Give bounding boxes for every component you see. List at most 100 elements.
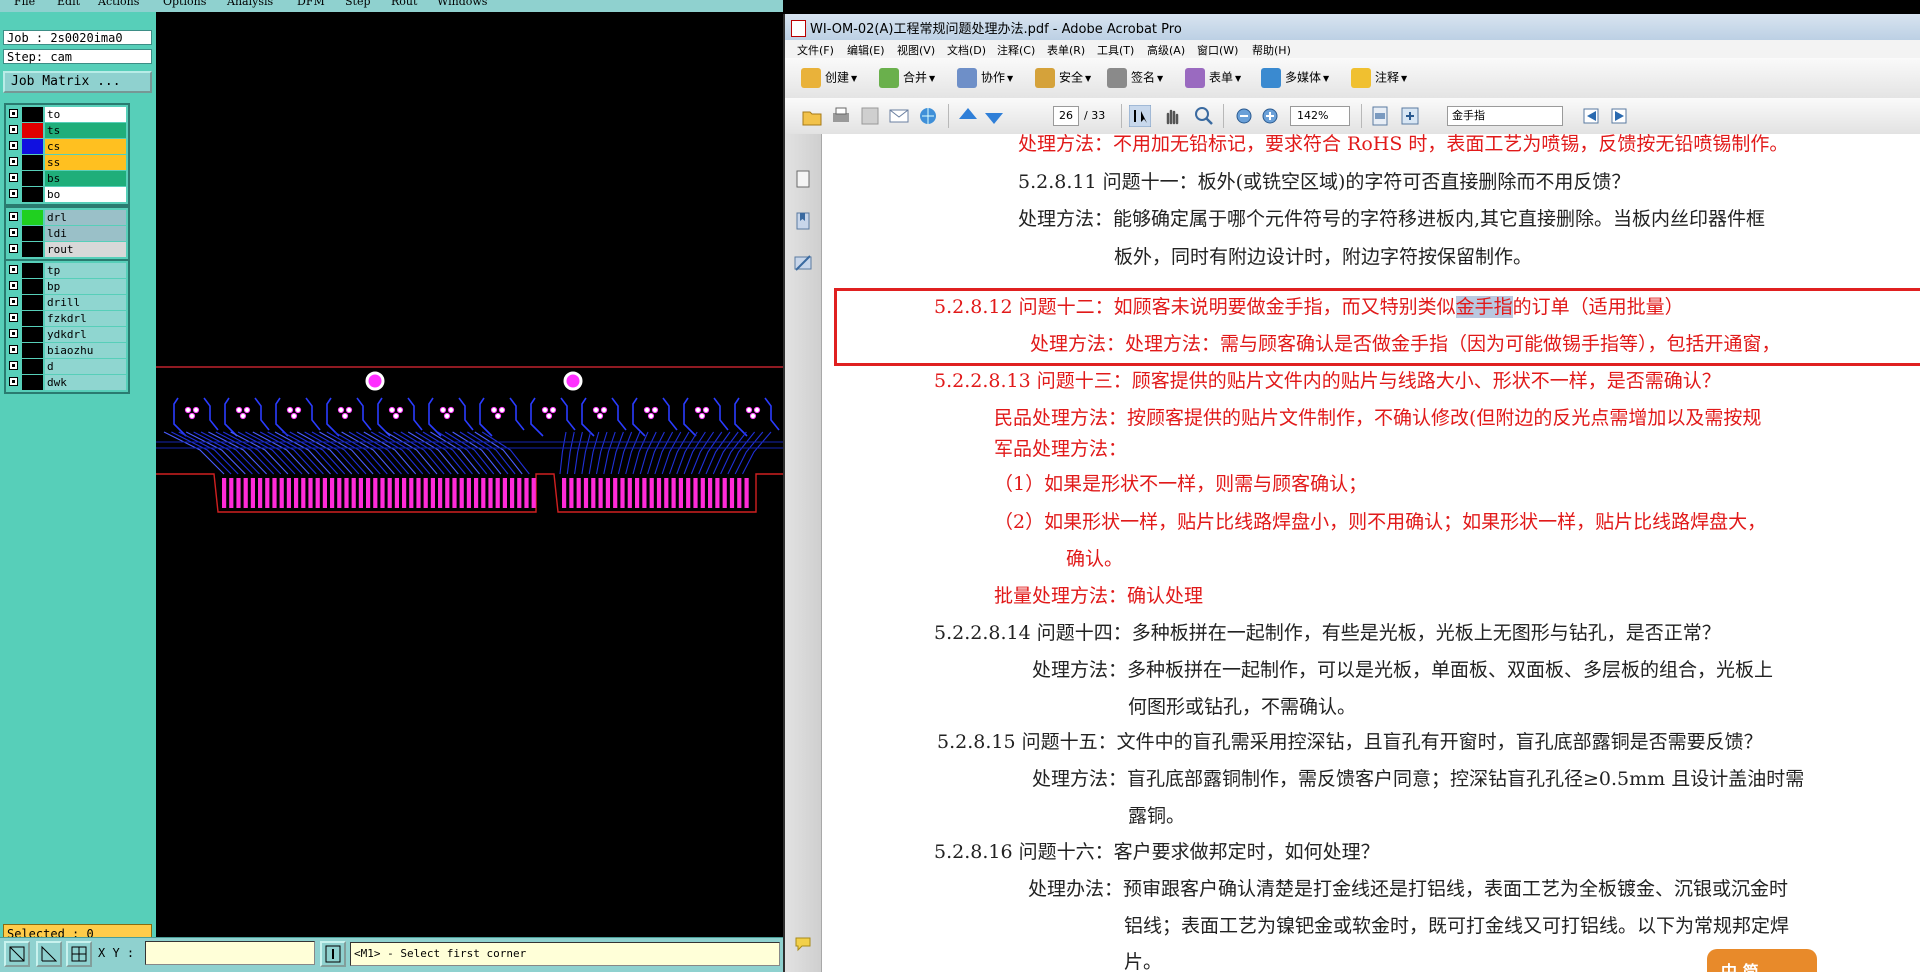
layer-color-swatch[interactable] — [22, 327, 43, 342]
layer-row-dwk[interactable]: dwk — [6, 375, 128, 390]
layer-color-swatch[interactable] — [22, 187, 43, 202]
share-globe-icon[interactable] — [917, 105, 939, 127]
forms-button[interactable]: 表单 ▼ — [1185, 68, 1241, 90]
menu-tools[interactable]: 工具(T) — [1097, 42, 1134, 58]
email-icon[interactable] — [888, 105, 910, 127]
zoom-out-icon[interactable] — [1233, 105, 1255, 127]
layer-color-swatch[interactable] — [22, 155, 43, 170]
cam-menu-file[interactable]: File — [14, 0, 35, 8]
layer-color-swatch[interactable] — [22, 343, 43, 358]
layer-color-swatch[interactable] — [22, 242, 43, 257]
annotation-rectangle[interactable] — [834, 288, 1920, 366]
layer-row-tp[interactable]: tp — [6, 263, 128, 278]
layer-checkbox[interactable] — [9, 125, 18, 134]
collaborate-button[interactable]: 协作 ▼ — [957, 68, 1013, 90]
menu-forms[interactable]: 表单(R) — [1047, 42, 1085, 58]
layer-row-drill[interactable]: drill — [6, 295, 128, 310]
open-folder-icon[interactable] — [801, 105, 823, 127]
layer-checkbox[interactable] — [9, 173, 18, 182]
fit-width-icon[interactable] — [1399, 105, 1421, 127]
fit-page-icon[interactable] — [1369, 105, 1391, 127]
layer-checkbox[interactable] — [9, 297, 18, 306]
menu-file[interactable]: 文件(F) — [797, 42, 834, 58]
layer-row-bo[interactable]: bo — [6, 187, 128, 202]
menu-help[interactable]: 帮助(H) — [1252, 42, 1291, 58]
layer-checkbox[interactable] — [9, 361, 18, 370]
print-icon[interactable] — [830, 105, 852, 127]
combine-button[interactable]: 合并 ▼ — [879, 68, 935, 90]
menu-comments[interactable]: 注释(C) — [997, 42, 1035, 58]
menu-edit[interactable]: 编辑(E) — [847, 42, 885, 58]
save-icon[interactable] — [859, 105, 881, 127]
find-previous-icon[interactable] — [1581, 105, 1603, 127]
hand-tool-icon[interactable] — [1161, 105, 1183, 127]
job-matrix-button[interactable]: Job Matrix ... — [3, 71, 152, 93]
layer-checkbox[interactable] — [9, 281, 18, 290]
layer-color-swatch[interactable] — [22, 359, 43, 374]
sign-button[interactable]: 签名 ▼ — [1107, 68, 1163, 90]
cam-menu-actions[interactable]: Actions — [98, 0, 139, 8]
layer-row-biaozhu[interactable]: biaozhu — [6, 343, 128, 358]
marquee-zoom-icon[interactable] — [1193, 105, 1215, 127]
xy-input[interactable] — [145, 941, 315, 965]
cam-menu-windows[interactable]: Windows — [437, 0, 487, 8]
layer-checkbox[interactable] — [9, 189, 18, 198]
find-input[interactable]: 金手指 — [1447, 106, 1563, 126]
cam-menu-rout[interactable]: Rout — [391, 0, 417, 8]
cam-menu-analysis[interactable]: Analysis — [227, 0, 273, 8]
layer-checkbox[interactable] — [9, 157, 18, 166]
layer-row-drl[interactable]: drl — [6, 210, 128, 225]
layer-row-to[interactable]: to — [6, 107, 128, 122]
cursor-tool[interactable] — [320, 941, 346, 967]
layer-checkbox[interactable] — [9, 377, 18, 386]
layer-checkbox[interactable] — [9, 109, 18, 118]
layer-row-bp[interactable]: bp — [6, 279, 128, 294]
cam-menu-edit[interactable]: Edit — [57, 0, 80, 8]
comment-button[interactable]: 注释 ▼ — [1351, 68, 1407, 90]
pages-panel-icon[interactable] — [794, 170, 812, 188]
pdf-document-view[interactable]: 处理方法：不用加无铅标记，要求符合 RoHS 时，表面工艺为喷锡，反馈按无铅喷锡… — [822, 134, 1920, 972]
layer-color-swatch[interactable] — [22, 226, 43, 241]
menu-window[interactable]: 窗口(W) — [1197, 42, 1238, 58]
comments-panel-icon[interactable] — [794, 934, 812, 952]
layer-row-rout[interactable]: rout — [6, 242, 128, 257]
cam-menu-step[interactable]: Step — [345, 0, 371, 8]
layer-color-swatch[interactable] — [22, 295, 43, 310]
bookmarks-panel-icon[interactable] — [794, 212, 812, 230]
layer-row-fzkdrl[interactable]: fzkdrl — [6, 311, 128, 326]
layer-row-ss[interactable]: ss — [6, 155, 128, 170]
layer-row-ts[interactable]: ts — [6, 123, 128, 138]
layer-color-swatch[interactable] — [22, 210, 43, 225]
layer-color-swatch[interactable] — [22, 279, 43, 294]
layer-checkbox[interactable] — [9, 345, 18, 354]
layer-row-d[interactable]: d — [6, 359, 128, 374]
zoom-level-select[interactable]: 142% — [1290, 106, 1350, 126]
ime-mascot-badge[interactable]: 中 简 — [1707, 949, 1817, 972]
create-button[interactable]: 创建 ▼ — [801, 68, 857, 90]
cam-menu-options[interactable]: Options — [163, 0, 206, 8]
layer-checkbox[interactable] — [9, 244, 18, 253]
multimedia-button[interactable]: 多媒体 ▼ — [1261, 68, 1329, 90]
measure-tool[interactable] — [36, 941, 62, 967]
secure-button[interactable]: 安全 ▼ — [1035, 68, 1091, 90]
layer-checkbox[interactable] — [9, 228, 18, 237]
layer-checkbox[interactable] — [9, 141, 18, 150]
layer-checkbox[interactable] — [9, 329, 18, 338]
layer-checkbox[interactable] — [9, 265, 18, 274]
grid-tool[interactable] — [66, 941, 92, 967]
layer-row-cs[interactable]: cs — [6, 139, 128, 154]
menu-advanced[interactable]: 高级(A) — [1147, 42, 1185, 58]
layer-color-swatch[interactable] — [22, 123, 43, 138]
menu-document[interactable]: 文档(D) — [947, 42, 986, 58]
layer-color-swatch[interactable] — [22, 263, 43, 278]
cam-menu-dfm[interactable]: DFM — [297, 0, 325, 8]
menu-view[interactable]: 视图(V) — [897, 42, 935, 58]
layer-color-swatch[interactable] — [22, 139, 43, 154]
select-text-icon[interactable] — [1129, 105, 1151, 127]
layer-checkbox[interactable] — [9, 313, 18, 322]
layer-color-swatch[interactable] — [22, 171, 43, 186]
layer-color-swatch[interactable] — [22, 375, 43, 390]
next-page-icon[interactable] — [983, 105, 1005, 127]
layer-checkbox[interactable] — [9, 212, 18, 221]
signatures-panel-icon[interactable] — [794, 254, 812, 272]
